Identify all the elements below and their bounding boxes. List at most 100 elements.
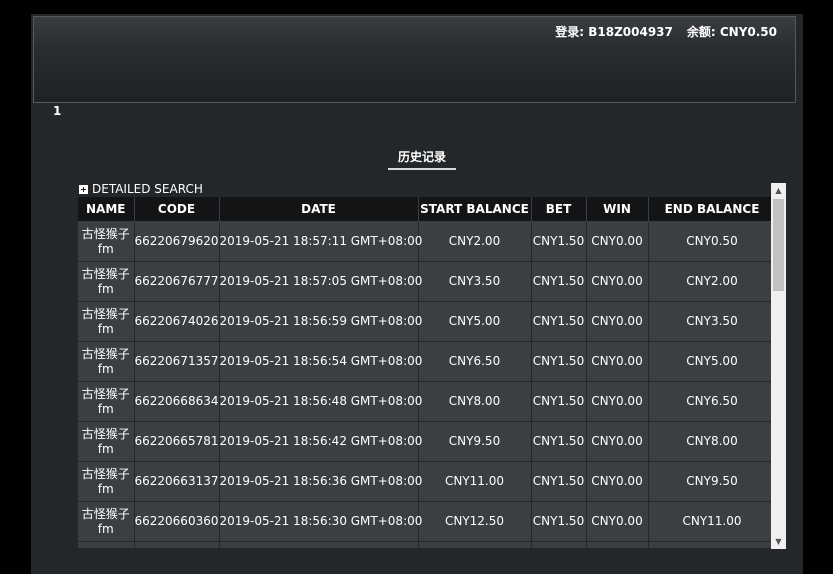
start-balance-cell: CNY12.50 (418, 501, 532, 542)
date-cell: 2019-05-21 18:56:36 GMT+08:00 (219, 461, 422, 502)
code-cell[interactable]: 66220674026 (134, 301, 220, 342)
name-cell: 古怪猴子 fm (78, 381, 135, 422)
date-cell: 2019-05-21 18:56:30 GMT+08:00 (219, 501, 422, 542)
name-cell: 古怪猴子 fm (78, 421, 135, 462)
win-cell: CNY0.00 (586, 501, 649, 542)
code-cell[interactable]: 66220663137 (134, 461, 220, 502)
column-header-bet[interactable]: BET (531, 197, 587, 222)
date-cell: 2019-05-21 18:57:11 GMT+08:00 (219, 221, 422, 262)
table-row[interactable]: 古怪猴子 fm 66220660360 2019-05-21 18:56:30 G… (78, 501, 776, 542)
game-name: 古怪猴子 (81, 426, 130, 441)
start-balance-cell: CNY2.00 (418, 221, 532, 262)
name-cell: 古怪猴子 fm (78, 261, 135, 302)
end-balance-cell: CNY3.50 (648, 301, 776, 342)
column-header-end-balance[interactable]: END BALANCE (648, 197, 776, 222)
end-balance-cell: CNY8.00 (648, 421, 776, 462)
vertical-scrollbar[interactable]: ▲ ▼ (771, 183, 786, 549)
game-name: 古怪猴子 (81, 346, 130, 361)
code-cell[interactable]: 66220665781 (134, 421, 220, 462)
date-cell: 2019-05-21 18:56:54 GMT+08:00 (219, 341, 422, 382)
game-name: 古怪猴子 (81, 386, 130, 401)
code-cell[interactable]: 66220679620 (134, 221, 220, 262)
start-balance-cell: CNY11.00 (418, 461, 532, 502)
bet-cell (531, 541, 587, 548)
name-cell: 古怪猴子 fm (78, 221, 135, 262)
game-provider: fm (97, 361, 114, 376)
code-cell[interactable]: 66220660360 (134, 501, 220, 542)
column-header-date[interactable]: DATE (219, 197, 419, 222)
detailed-search-label[interactable]: DETAILED SEARCH (92, 182, 203, 196)
page-number[interactable]: 1 (53, 104, 61, 118)
game-provider: fm (97, 401, 114, 416)
column-header-name[interactable]: NAME (78, 197, 135, 222)
table-row[interactable] (78, 541, 776, 548)
bet-cell: CNY1.50 (531, 341, 587, 382)
header-bar: 登录: B18Z004937 余额: CNY0.50 (33, 16, 796, 103)
bet-cell: CNY1.50 (531, 221, 587, 262)
name-cell: 古怪猴子 fm (78, 501, 135, 542)
column-header-start-balance[interactable]: START BALANCE (418, 197, 532, 222)
date-cell: 2019-05-21 18:56:59 GMT+08:00 (219, 301, 422, 342)
game-name: 古怪猴子 (81, 506, 130, 521)
table-header-row: NAME CODE DATE START BALANCE BET WIN END… (78, 197, 776, 222)
name-cell: 古怪猴子 fm (78, 341, 135, 382)
bet-cell: CNY1.50 (531, 301, 587, 342)
game-name: 古怪猴子 (81, 226, 130, 241)
bet-cell: CNY1.50 (531, 261, 587, 302)
start-balance-cell: CNY3.50 (418, 261, 532, 302)
win-cell: CNY0.00 (586, 381, 649, 422)
game-provider: fm (97, 281, 114, 296)
plus-icon[interactable] (79, 184, 88, 194)
win-cell: CNY0.00 (586, 421, 649, 462)
date-cell: 2019-05-21 18:56:42 GMT+08:00 (219, 421, 422, 462)
game-provider: fm (97, 321, 114, 336)
win-cell: CNY0.00 (586, 261, 649, 302)
column-header-win[interactable]: WIN (586, 197, 649, 222)
code-cell[interactable]: 66220668634 (134, 381, 220, 422)
column-header-code[interactable]: CODE (134, 197, 220, 222)
game-provider: fm (97, 441, 114, 456)
table-row[interactable]: 古怪猴子 fm 66220668634 2019-05-21 18:56:48 G… (78, 381, 776, 422)
game-provider: fm (97, 481, 114, 496)
end-balance-cell: CNY11.00 (648, 501, 776, 542)
table-row[interactable]: 古怪猴子 fm 66220663137 2019-05-21 18:56:36 G… (78, 461, 776, 502)
game-provider: fm (97, 521, 114, 536)
end-balance-cell (648, 541, 776, 548)
game-name: 古怪猴子 (81, 466, 130, 481)
start-balance-cell: CNY9.50 (418, 421, 532, 462)
code-cell[interactable]: 66220671357 (134, 341, 220, 382)
win-cell: CNY0.00 (586, 461, 649, 502)
date-cell: 2019-05-21 18:56:48 GMT+08:00 (219, 381, 422, 422)
scrollbar-thumb[interactable] (773, 199, 784, 291)
win-cell (586, 541, 649, 548)
table-row[interactable]: 古怪猴子 fm 66220665781 2019-05-21 18:56:42 G… (78, 421, 776, 462)
start-balance-cell: CNY6.50 (418, 341, 532, 382)
date-cell: 2019-05-21 18:57:05 GMT+08:00 (219, 261, 422, 302)
name-cell (78, 541, 135, 548)
game-name: 古怪猴子 (81, 266, 130, 281)
detailed-search-toggle[interactable]: DETAILED SEARCH (79, 182, 203, 196)
win-cell: CNY0.00 (586, 341, 649, 382)
table-row[interactable]: 古怪猴子 fm 66220674026 2019-05-21 18:56:59 G… (78, 301, 776, 342)
bet-cell: CNY1.50 (531, 421, 587, 462)
end-balance-cell: CNY2.00 (648, 261, 776, 302)
table-row[interactable]: 古怪猴子 fm 66220671357 2019-05-21 18:56:54 G… (78, 341, 776, 382)
end-balance-cell: CNY5.00 (648, 341, 776, 382)
table-row[interactable]: 古怪猴子 fm 66220679620 2019-05-21 18:57:11 G… (78, 221, 776, 262)
account-info: 登录: B18Z004937 余额: CNY0.50 (555, 23, 777, 40)
end-balance-cell: CNY9.50 (648, 461, 776, 502)
win-cell: CNY0.00 (586, 221, 649, 262)
name-cell: 古怪猴子 fm (78, 461, 135, 502)
game-name: 古怪猴子 (81, 306, 130, 321)
chevron-up-icon[interactable]: ▲ (771, 183, 786, 198)
end-balance-cell: CNY0.50 (648, 221, 776, 262)
code-cell[interactable]: 66220676777 (134, 261, 220, 302)
bet-cell: CNY1.50 (531, 381, 587, 422)
code-cell (134, 541, 220, 548)
date-cell (219, 541, 419, 548)
tab-history[interactable]: 历史记录 (388, 149, 456, 170)
name-cell: 古怪猴子 fm (78, 301, 135, 342)
table-row[interactable]: 古怪猴子 fm 66220676777 2019-05-21 18:57:05 G… (78, 261, 776, 302)
win-cell: CNY0.00 (586, 301, 649, 342)
chevron-down-icon[interactable]: ▼ (771, 534, 786, 549)
